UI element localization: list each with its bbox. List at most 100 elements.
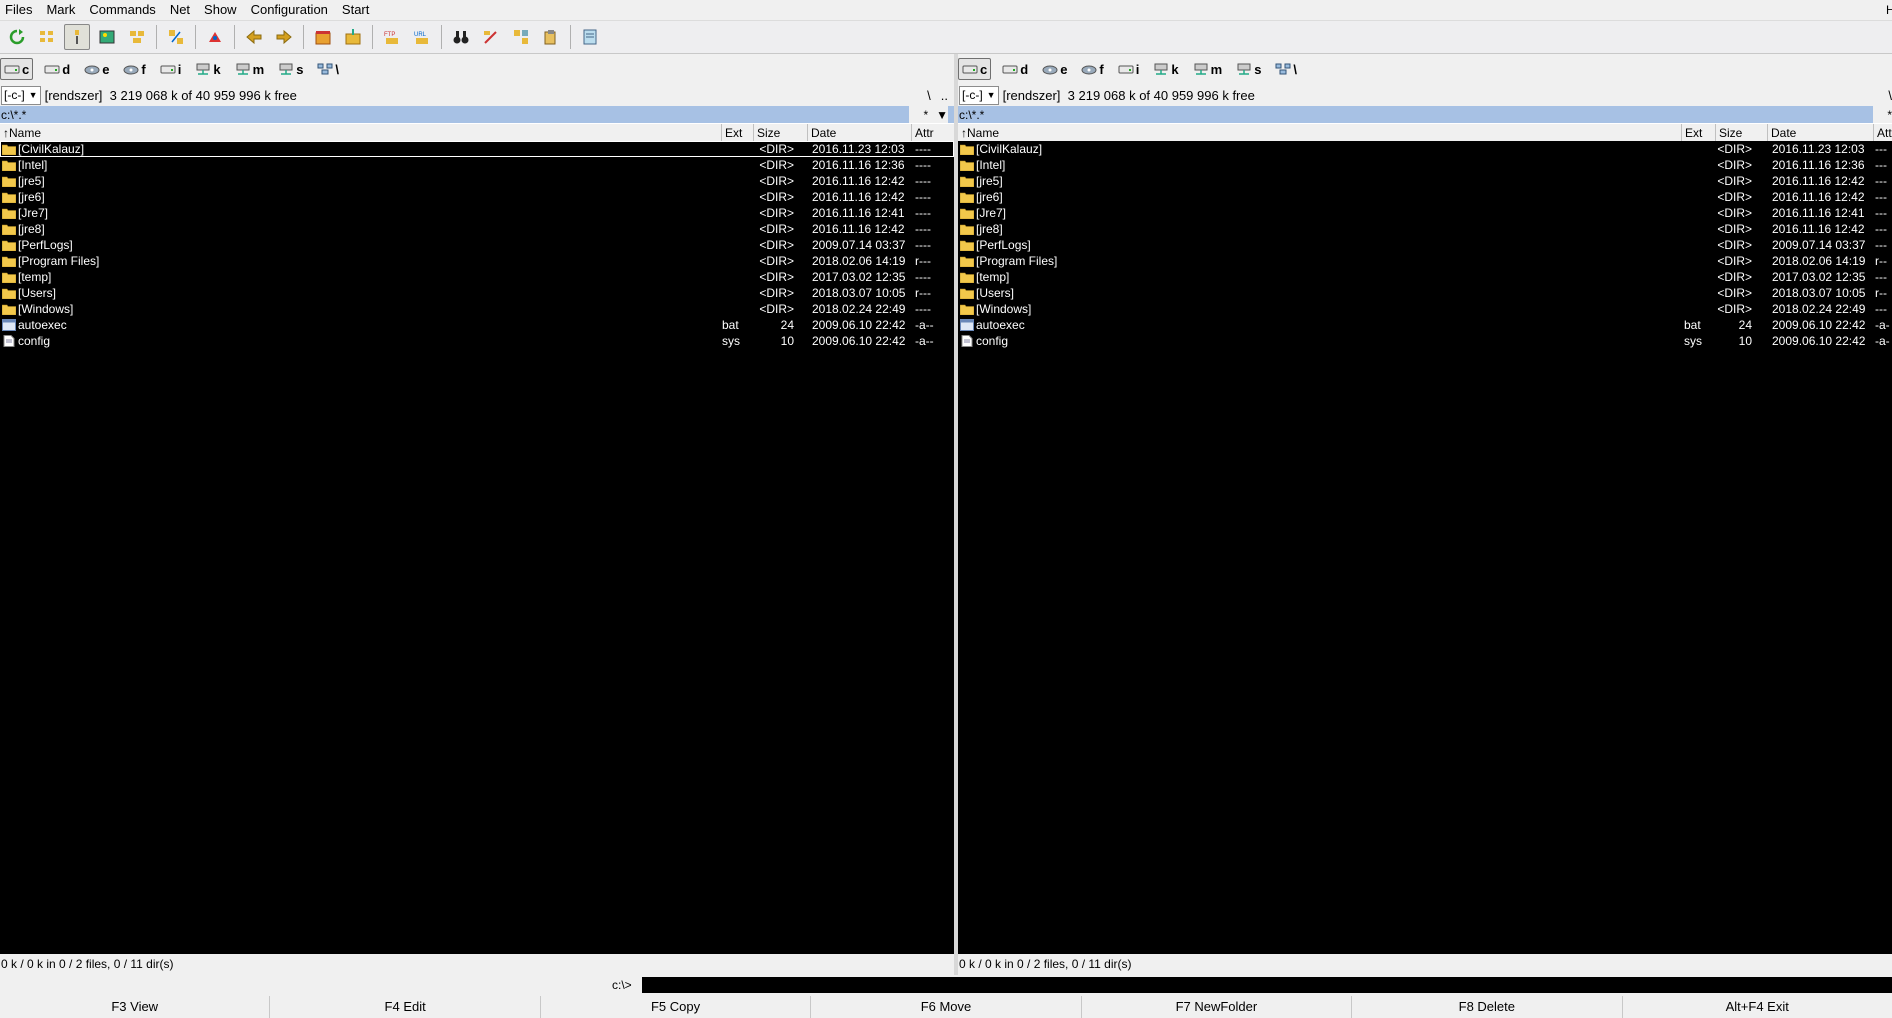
folder-row[interactable]: [Users] <DIR> 2018.03.07 10:05 r--- [0, 285, 954, 301]
folder-row[interactable]: [Program Files] <DIR> 2018.02.06 14:19 r-- [958, 253, 1892, 269]
drive-button-c[interactable]: c [958, 58, 992, 80]
command-input[interactable] [642, 977, 1892, 993]
folder-row[interactable]: [Program Files] <DIR> 2018.02.06 14:19 r--- [0, 253, 954, 269]
folder-row[interactable]: [temp] <DIR> 2017.03.02 12:35 --- [958, 269, 1892, 285]
brief-view-icon[interactable] [34, 24, 60, 50]
file-row[interactable]: autoexec bat 24 2009.06.10 22:42 -a-- [0, 317, 954, 333]
folder-row[interactable]: [CivilKalauz] <DIR> 2016.11.23 12:03 ---- [0, 141, 954, 157]
drive-button-c[interactable]: c [0, 58, 34, 80]
f5-copy-button[interactable]: F5 Copy [541, 996, 812, 1018]
sync-dirs-icon[interactable] [508, 24, 534, 50]
refresh-icon[interactable] [4, 24, 30, 50]
drive-button-k[interactable]: k [1150, 59, 1181, 79]
menu-configuration[interactable]: Configuration [244, 0, 335, 20]
file-row[interactable]: config sys 10 2009.06.10 22:42 -a-- [0, 333, 954, 349]
folder-row[interactable]: [jre5] <DIR> 2016.11.16 12:42 --- [958, 173, 1892, 189]
drive-button-m[interactable]: m [1190, 59, 1226, 79]
history-dropdown-icon[interactable]: ▼ [936, 108, 948, 122]
path-bar[interactable]: c:\*.* * [958, 106, 1892, 123]
f3-view-button[interactable]: F3 View [0, 996, 271, 1018]
drive-button-f[interactable]: f [1078, 59, 1106, 79]
folder-row[interactable]: [jre8] <DIR> 2016.11.16 12:42 ---- [0, 221, 954, 237]
folder-row[interactable]: [Intel] <DIR> 2016.11.16 12:36 --- [958, 157, 1892, 173]
multi-rename-icon[interactable] [478, 24, 504, 50]
file-list[interactable]: [CivilKalauz] <DIR> 2016.11.23 12:03 ---- [I… [0, 141, 954, 954]
parent-dir-button[interactable]: .. [941, 88, 948, 103]
menu-start[interactable]: Start [335, 0, 376, 20]
ftp-connect-icon[interactable]: FTP [379, 24, 405, 50]
f4-edit-button[interactable]: F4 Edit [270, 996, 541, 1018]
file-row[interactable]: autoexec bat 24 2009.06.10 22:42 -a- [958, 317, 1892, 333]
folder-row[interactable]: [Windows] <DIR> 2018.02.24 22:49 ---- [0, 301, 954, 317]
col-size[interactable]: Size [754, 124, 808, 142]
menu-files[interactable]: Files [0, 0, 39, 20]
drive-button-m[interactable]: m [232, 59, 268, 79]
folder-row[interactable]: [jre5] <DIR> 2016.11.16 12:42 ---- [0, 173, 954, 189]
binoculars-icon[interactable] [448, 24, 474, 50]
col-attr[interactable]: Attr [912, 124, 954, 142]
drive-button-i[interactable]: i [157, 59, 185, 79]
drive-button-e[interactable]: e [1039, 59, 1070, 79]
f8-delete-button[interactable]: F8 Delete [1352, 996, 1623, 1018]
drive-button-s[interactable]: s [275, 59, 306, 79]
folder-row[interactable]: [jre6] <DIR> 2016.11.16 12:42 --- [958, 189, 1892, 205]
drive-button-network[interactable]: \ [1272, 59, 1300, 79]
alt-f4-exit-button[interactable]: Alt+F4 Exit [1623, 996, 1892, 1018]
folder-row[interactable]: [jre8] <DIR> 2016.11.16 12:42 --- [958, 221, 1892, 237]
pack-files-icon[interactable] [310, 24, 336, 50]
unpack-icon[interactable] [202, 24, 228, 50]
col-date[interactable]: Date [1768, 124, 1874, 142]
col-attr[interactable]: Att [1874, 124, 1892, 142]
folder-row[interactable]: [Jre7] <DIR> 2016.11.16 12:41 ---- [0, 205, 954, 221]
back-arrow-icon[interactable] [241, 24, 267, 50]
folder-row[interactable]: [PerfLogs] <DIR> 2009.07.14 03:37 --- [958, 237, 1892, 253]
folder-row[interactable]: [Jre7] <DIR> 2016.11.16 12:41 --- [958, 205, 1892, 221]
unpack-files-icon[interactable] [340, 24, 366, 50]
drive-button-network[interactable]: \ [314, 59, 342, 79]
drive-button-k[interactable]: k [192, 59, 223, 79]
col-ext[interactable]: Ext [1682, 124, 1716, 142]
menu-commands[interactable]: Commands [82, 0, 162, 20]
root-dir-button[interactable]: \ [1888, 88, 1892, 103]
copy-names-icon[interactable] [538, 24, 564, 50]
url-connect-icon[interactable]: URL [409, 24, 435, 50]
compare-dirs-icon[interactable] [163, 24, 189, 50]
folder-row[interactable]: [Users] <DIR> 2018.03.07 10:05 r-- [958, 285, 1892, 301]
drive-button-d[interactable]: d [41, 59, 73, 79]
thumbnail-view-icon[interactable] [94, 24, 120, 50]
path-bar[interactable]: c:\*.* * ▼ [0, 106, 954, 123]
menu-show[interactable]: Show [197, 0, 244, 20]
drive-button-s[interactable]: s [1233, 59, 1264, 79]
drive-select[interactable]: [-c-] ▼ [959, 85, 999, 105]
file-row[interactable]: config sys 10 2009.06.10 22:42 -a- [958, 333, 1892, 349]
col-ext[interactable]: Ext [722, 124, 754, 142]
drive-button-d[interactable]: d [999, 59, 1031, 79]
help-menu-fragment[interactable]: H [1886, 0, 1892, 20]
forward-arrow-icon[interactable] [271, 24, 297, 50]
col-name[interactable]: ↑Name [958, 124, 1682, 142]
col-date[interactable]: Date [808, 124, 912, 142]
notepad-icon[interactable] [577, 24, 603, 50]
menu-net[interactable]: Net [163, 0, 197, 20]
drive-button-i[interactable]: i [1115, 59, 1143, 79]
file-list[interactable]: [CivilKalauz] <DIR> 2016.11.23 12:03 --- [In… [958, 141, 1892, 954]
drive-button-f[interactable]: f [120, 59, 148, 79]
filter-wildcard[interactable]: * [923, 108, 928, 122]
folder-row[interactable]: [jre6] <DIR> 2016.11.16 12:42 ---- [0, 189, 954, 205]
drive-select[interactable]: [-c-] ▼ [1, 85, 41, 105]
tree-view-icon[interactable] [64, 24, 90, 50]
col-size[interactable]: Size [1716, 124, 1768, 142]
drive-button-e[interactable]: e [81, 59, 112, 79]
folder-row[interactable]: [PerfLogs] <DIR> 2009.07.14 03:37 ---- [0, 237, 954, 253]
col-name[interactable]: ↑Name [0, 124, 722, 142]
filter-wildcard[interactable]: * [1887, 108, 1892, 122]
folder-row[interactable]: [temp] <DIR> 2017.03.02 12:35 ---- [0, 269, 954, 285]
invert-selection-icon[interactable] [124, 24, 150, 50]
f6-move-button[interactable]: F6 Move [811, 996, 1082, 1018]
root-dir-button[interactable]: \ [927, 88, 931, 103]
folder-row[interactable]: [CivilKalauz] <DIR> 2016.11.23 12:03 --- [958, 141, 1892, 157]
f7-newfolder-button[interactable]: F7 NewFolder [1082, 996, 1353, 1018]
folder-row[interactable]: [Intel] <DIR> 2016.11.16 12:36 ---- [0, 157, 954, 173]
menu-mark[interactable]: Mark [39, 0, 82, 20]
folder-row[interactable]: [Windows] <DIR> 2018.02.24 22:49 --- [958, 301, 1892, 317]
